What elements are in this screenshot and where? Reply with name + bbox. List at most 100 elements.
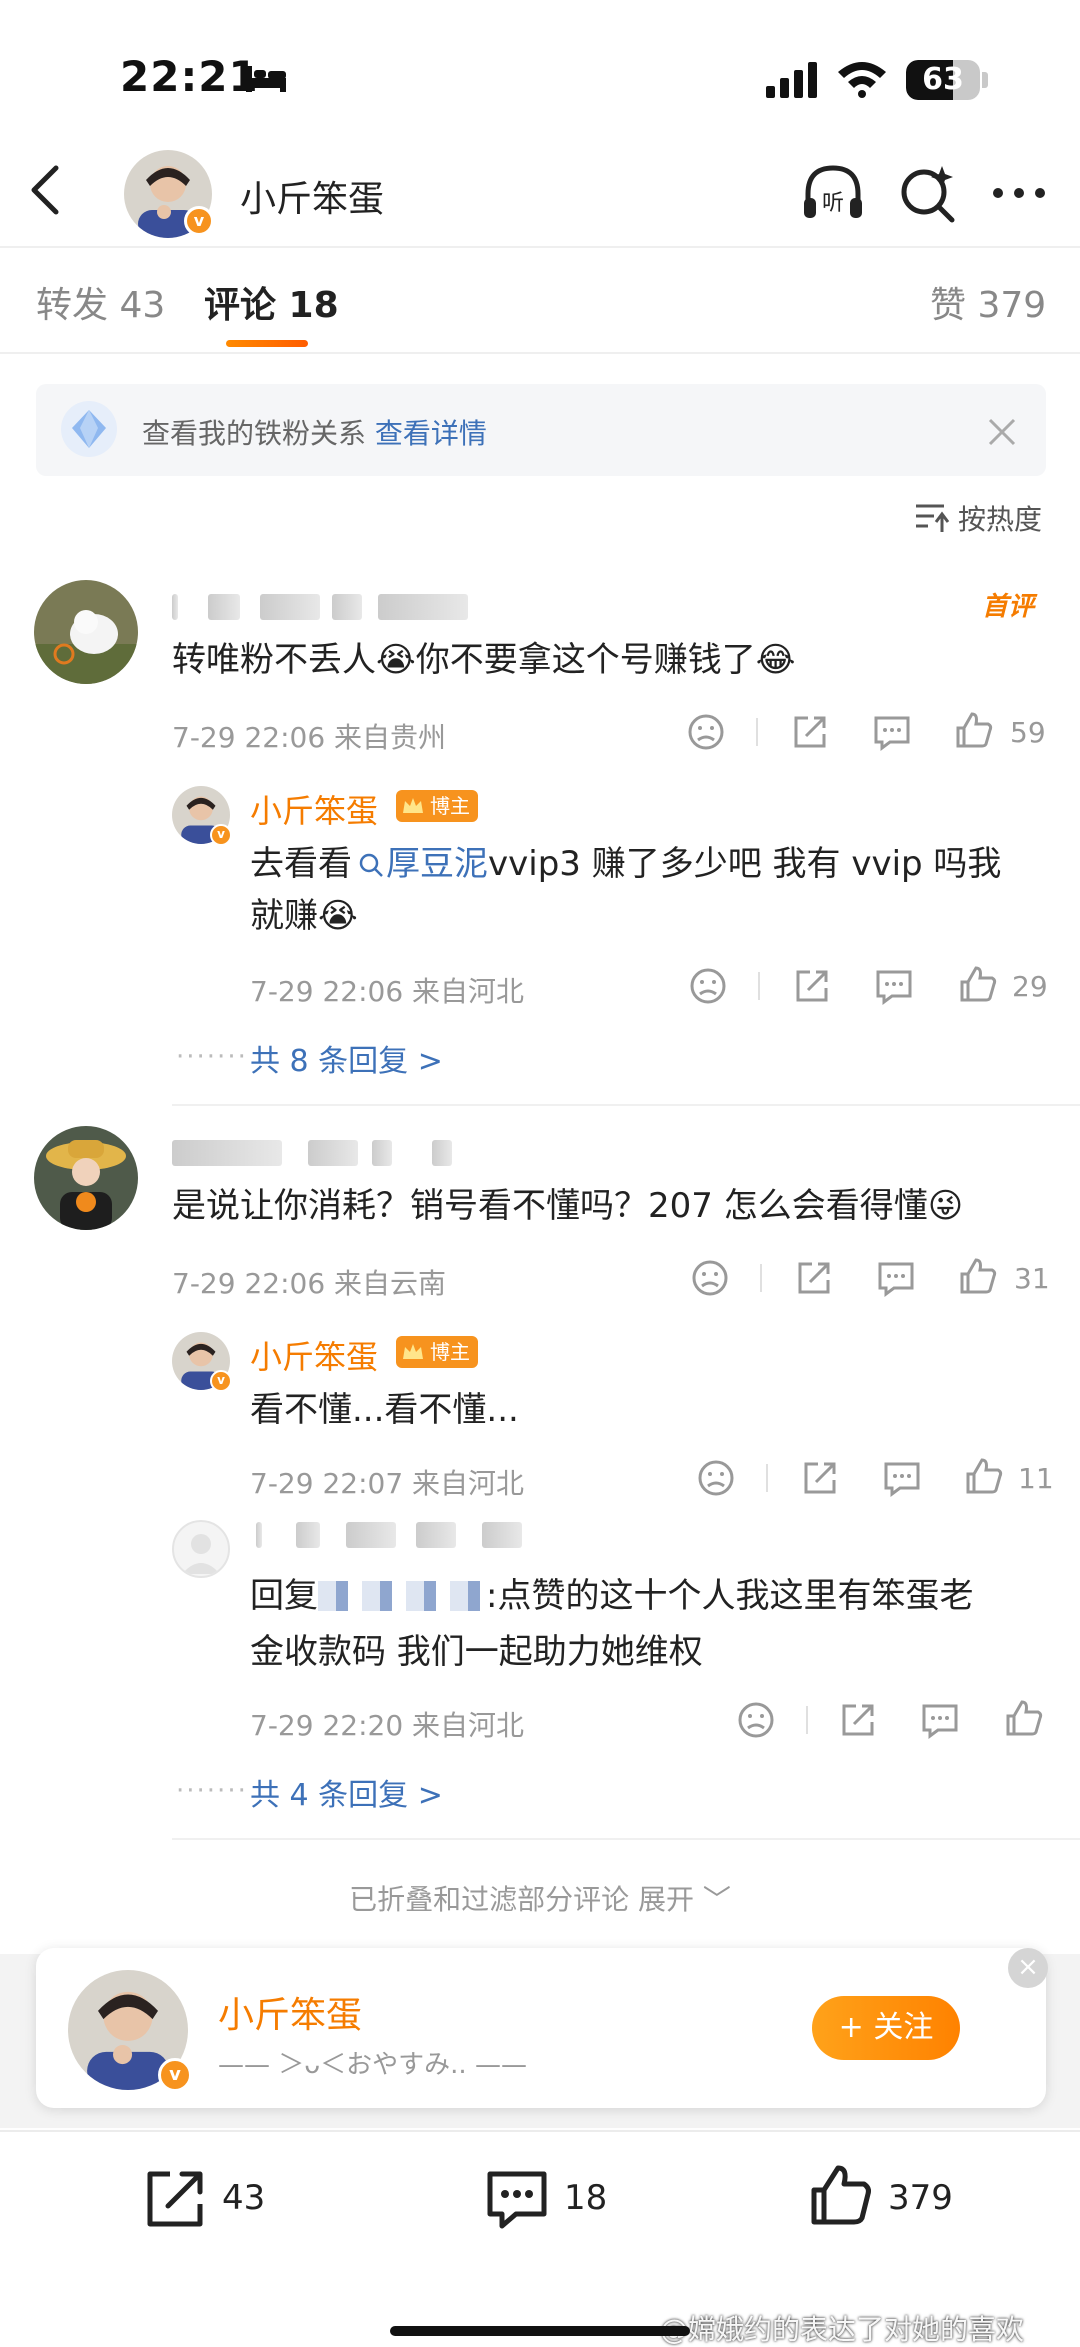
folded-comments-toggle[interactable]: 已折叠和过滤部分评论 展开 ﹀ bbox=[0, 1878, 1080, 1918]
reply-line1: :点赞的这十个人我这里有笨蛋老 bbox=[486, 1576, 974, 1616]
fan-banner-link[interactable]: 查看详情 bbox=[375, 417, 487, 450]
like-icon[interactable] bbox=[952, 708, 996, 752]
comment-icon[interactable] bbox=[918, 1698, 962, 1742]
like-total-count: 379 bbox=[888, 2178, 953, 2218]
verified-badge-icon: v bbox=[210, 824, 232, 846]
close-icon[interactable] bbox=[982, 412, 1022, 452]
home-indicator[interactable] bbox=[390, 2326, 690, 2336]
reply-text-line2: 就赚😭 bbox=[250, 896, 358, 936]
search-sparkle-icon[interactable] bbox=[892, 158, 962, 228]
more-replies-link[interactable]: 共 8 条回复 > bbox=[250, 1036, 443, 1080]
commenter-name-redacted bbox=[172, 594, 472, 620]
like-icon[interactable] bbox=[956, 962, 1000, 1006]
more-options-icon[interactable] bbox=[984, 158, 1054, 228]
comment-text: 是说让你消耗？销号看不懂吗？207 怎么会看得懂😜 bbox=[172, 1186, 964, 1226]
crown-icon bbox=[403, 798, 423, 813]
reply-meta: 7-29 22:06 来自河北 bbox=[250, 975, 525, 1008]
svg-text:听: 听 bbox=[822, 191, 844, 216]
search-topic-link[interactable]: 厚豆泥 bbox=[352, 844, 488, 884]
reply-author-name[interactable]: 小斤笨蛋 bbox=[250, 786, 378, 832]
sort-icon[interactable] bbox=[914, 502, 950, 534]
dislike-icon[interactable] bbox=[684, 710, 728, 754]
dislike-icon[interactable] bbox=[694, 1456, 738, 1500]
battery-cap bbox=[982, 72, 988, 88]
share-icon[interactable] bbox=[790, 964, 834, 1008]
more-replies-dots: ······· bbox=[176, 1042, 248, 1072]
blogger-tag: 博主 bbox=[396, 1336, 478, 1368]
verified-badge-icon: v bbox=[158, 2058, 192, 2092]
like-icon[interactable] bbox=[1002, 1696, 1046, 1740]
action-separator bbox=[806, 1706, 808, 1734]
battery-icon: 63 bbox=[906, 60, 980, 100]
follow-card-name[interactable]: 小斤笨蛋 bbox=[218, 1986, 362, 2038]
verified-badge-icon: v bbox=[210, 1370, 232, 1392]
more-replies-link[interactable]: 共 4 条回复 > bbox=[250, 1770, 443, 1814]
bed-icon bbox=[246, 66, 286, 92]
like-count: 31 bbox=[1014, 1262, 1050, 1295]
comment-divider bbox=[172, 1104, 1080, 1106]
share-icon[interactable] bbox=[792, 1256, 836, 1300]
reply-text-line2: 金收款码 我们一起助力她维权 bbox=[250, 1632, 703, 1672]
commenter-avatar[interactable] bbox=[34, 580, 138, 684]
commenter-avatar[interactable] bbox=[34, 1126, 138, 1230]
mention-redacted-link[interactable] bbox=[318, 1581, 486, 1611]
like-count: 29 bbox=[1012, 970, 1048, 1003]
reply-text-prefix: 去看看 bbox=[250, 844, 352, 884]
tab-likes[interactable]: 赞 379 bbox=[930, 276, 1046, 328]
reply-text: 去看看 厚豆泥vvip3 赚了多少吧 我有 vvip 吗我 bbox=[250, 838, 1050, 890]
default-user-icon bbox=[182, 1534, 220, 1574]
action-separator bbox=[758, 972, 760, 1000]
follow-card-close-icon[interactable]: × bbox=[1008, 1948, 1048, 1988]
blogger-tag-label: 博主 bbox=[430, 1340, 470, 1364]
comment-icon[interactable] bbox=[874, 1256, 918, 1300]
listen-headphone-icon[interactable]: 听 bbox=[798, 158, 868, 228]
reply-meta: 7-29 22:07 来自河北 bbox=[250, 1467, 525, 1500]
comment-divider bbox=[172, 1838, 1080, 1840]
share-icon[interactable] bbox=[788, 710, 832, 754]
reply-text-rest: vvip3 赚了多少吧 我有 vvip 吗我 bbox=[488, 844, 1002, 884]
reply-meta: 7-29 22:20 来自河北 bbox=[250, 1709, 525, 1742]
repost-count: 43 bbox=[222, 2178, 266, 2218]
like-count: 11 bbox=[1018, 1462, 1054, 1495]
avatar-dog-icon bbox=[34, 580, 138, 684]
watermark: @嫦娥约的表达了对她的喜欢 bbox=[660, 2313, 1025, 2346]
blogger-tag: 博主 bbox=[396, 790, 478, 822]
comment-icon[interactable] bbox=[872, 964, 916, 1008]
comment-meta: 7-29 22:06 来自贵州 bbox=[172, 721, 447, 754]
commenter-name-redacted bbox=[172, 1140, 472, 1166]
more-replies-dots: ······· bbox=[176, 1776, 248, 1806]
share-icon[interactable] bbox=[836, 1698, 880, 1742]
like-icon[interactable] bbox=[962, 1454, 1006, 1498]
fan-banner-text: 查看我的铁粉关系 查看详情 bbox=[142, 412, 487, 452]
comment-count: 18 bbox=[564, 2178, 608, 2218]
fan-diamond-icon bbox=[61, 401, 117, 457]
comment-icon[interactable] bbox=[880, 1456, 924, 1500]
nav-divider bbox=[0, 246, 1080, 248]
reply-prefix: 回复 bbox=[250, 1576, 318, 1616]
reply-user-avatar-placeholder[interactable] bbox=[172, 1520, 230, 1578]
comment-bubble-icon[interactable] bbox=[482, 2164, 552, 2234]
sort-by-hot[interactable]: 按热度 bbox=[958, 498, 1042, 538]
follow-button[interactable]: + 关注 bbox=[812, 1996, 960, 2060]
search-topic-label: 厚豆泥 bbox=[386, 844, 488, 884]
dislike-icon[interactable] bbox=[688, 1256, 732, 1300]
verified-badge-icon: v bbox=[184, 206, 214, 236]
follow-card-subtitle: —— ＞ᴗ＜おやすみ.. —— bbox=[218, 2050, 527, 2080]
crown-icon bbox=[403, 1344, 423, 1359]
blogger-tag-label: 博主 bbox=[430, 794, 470, 818]
tab-repost[interactable]: 转发 43 bbox=[36, 276, 165, 328]
share-icon[interactable] bbox=[798, 1456, 842, 1500]
reply-author-name[interactable]: 小斤笨蛋 bbox=[250, 1332, 378, 1378]
nav-title[interactable]: 小斤笨蛋 bbox=[240, 170, 384, 222]
tabs-divider bbox=[0, 352, 1080, 354]
thumbs-up-icon[interactable] bbox=[806, 2160, 876, 2230]
comment-icon[interactable] bbox=[870, 710, 914, 754]
back-arrow-icon[interactable] bbox=[22, 160, 70, 220]
dislike-icon[interactable] bbox=[686, 964, 730, 1008]
tab-comments[interactable]: 评论 18 bbox=[204, 276, 339, 328]
like-icon[interactable] bbox=[956, 1254, 1000, 1298]
repost-icon[interactable] bbox=[140, 2164, 210, 2234]
reply-user-name-redacted bbox=[256, 1522, 526, 1548]
dislike-icon[interactable] bbox=[734, 1698, 778, 1742]
first-comment-badge: 首评 bbox=[982, 592, 1035, 622]
